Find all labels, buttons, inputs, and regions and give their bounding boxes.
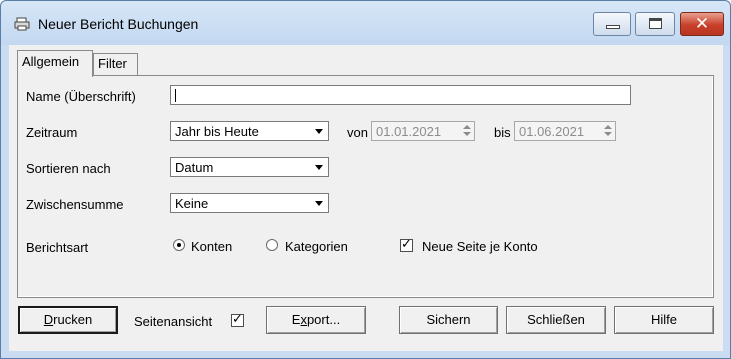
- report-dialog-window: Neuer Bericht Buchungen ✕ Allgemein Filt…: [0, 0, 731, 359]
- printer-icon: [14, 17, 30, 31]
- von-label: von: [347, 125, 368, 140]
- radio-selected-dot: [177, 243, 181, 247]
- drucken-label: rucken: [53, 312, 93, 327]
- spin-up-icon: [463, 125, 471, 129]
- neue-seite-label[interactable]: Neue Seite je Konto: [422, 239, 538, 254]
- tab-allgemein[interactable]: Allgemein: [17, 50, 93, 77]
- window-title: Neuer Bericht Buchungen: [38, 16, 199, 32]
- bis-label: bis: [494, 125, 511, 140]
- tab-panel-allgemein: Name (Überschrift) Zeitraum Jahr bis Heu…: [17, 75, 714, 298]
- schliessen-button[interactable]: Schließen: [506, 306, 606, 334]
- radio-konten[interactable]: [173, 239, 185, 251]
- chevron-down-icon[interactable]: [311, 195, 327, 211]
- drucken-button[interactable]: Drucken: [18, 306, 118, 334]
- seitenansicht-checkbox[interactable]: ✓: [231, 312, 244, 327]
- name-label: Name (Überschrift): [26, 89, 136, 104]
- spin-buttons[interactable]: [461, 123, 473, 139]
- zeitraum-value: Jahr bis Heute: [175, 124, 259, 139]
- chevron-down-icon[interactable]: [311, 123, 327, 139]
- bis-date-value: 01.06.2021: [519, 124, 585, 139]
- check-icon: ✓: [232, 312, 243, 327]
- zwischensumme-value: Keine: [175, 196, 209, 211]
- von-date-value: 01.01.2021: [376, 124, 442, 139]
- spin-buttons[interactable]: [602, 123, 614, 139]
- close-icon: ✕: [694, 14, 710, 34]
- hilfe-button[interactable]: Hilfe: [614, 306, 714, 334]
- minimize-button[interactable]: [593, 12, 631, 36]
- sortieren-select[interactable]: Datum: [170, 157, 329, 177]
- minimize-icon: [606, 25, 620, 29]
- maximize-icon: [649, 18, 662, 29]
- dialog-client-area: Allgemein Filter Name (Überschrift) Zeit…: [9, 45, 723, 351]
- zwischensumme-label: Zwischensumme: [26, 197, 124, 212]
- sortieren-label: Sortieren nach: [26, 161, 111, 176]
- close-button[interactable]: ✕: [680, 12, 724, 36]
- zeitraum-label: Zeitraum: [26, 125, 78, 140]
- neue-seite-checkbox[interactable]: ✓: [400, 237, 413, 252]
- spin-up-icon: [604, 125, 612, 129]
- von-date-field[interactable]: 01.01.2021: [371, 121, 475, 141]
- sortieren-value: Datum: [175, 160, 214, 175]
- seitenansicht-label[interactable]: Seitenansicht: [134, 314, 212, 329]
- title-bar[interactable]: Neuer Bericht Buchungen ✕: [1, 1, 730, 45]
- bis-date-field[interactable]: 01.06.2021: [514, 121, 616, 141]
- zeitraum-select[interactable]: Jahr bis Heute: [170, 121, 329, 141]
- tab-filter[interactable]: Filter: [93, 53, 138, 75]
- export-label-b: port...: [306, 312, 341, 327]
- drucken-accel: D: [43, 312, 54, 327]
- text-caret: [175, 89, 176, 102]
- sichern-button[interactable]: Sichern: [399, 306, 498, 334]
- maximize-button[interactable]: [635, 12, 675, 36]
- spin-down-icon: [604, 132, 612, 136]
- berichtsart-label: Berichtsart: [26, 240, 89, 255]
- spin-down-icon: [463, 132, 471, 136]
- radio-kategorien[interactable]: [266, 239, 278, 251]
- radio-konten-label[interactable]: Konten: [191, 239, 232, 254]
- zwischensumme-select[interactable]: Keine: [170, 193, 329, 213]
- chevron-down-icon[interactable]: [311, 159, 327, 175]
- export-button[interactable]: Export...: [266, 306, 366, 334]
- check-icon: ✓: [401, 237, 412, 252]
- name-input[interactable]: [170, 85, 631, 105]
- radio-kategorien-label[interactable]: Kategorien: [285, 239, 348, 254]
